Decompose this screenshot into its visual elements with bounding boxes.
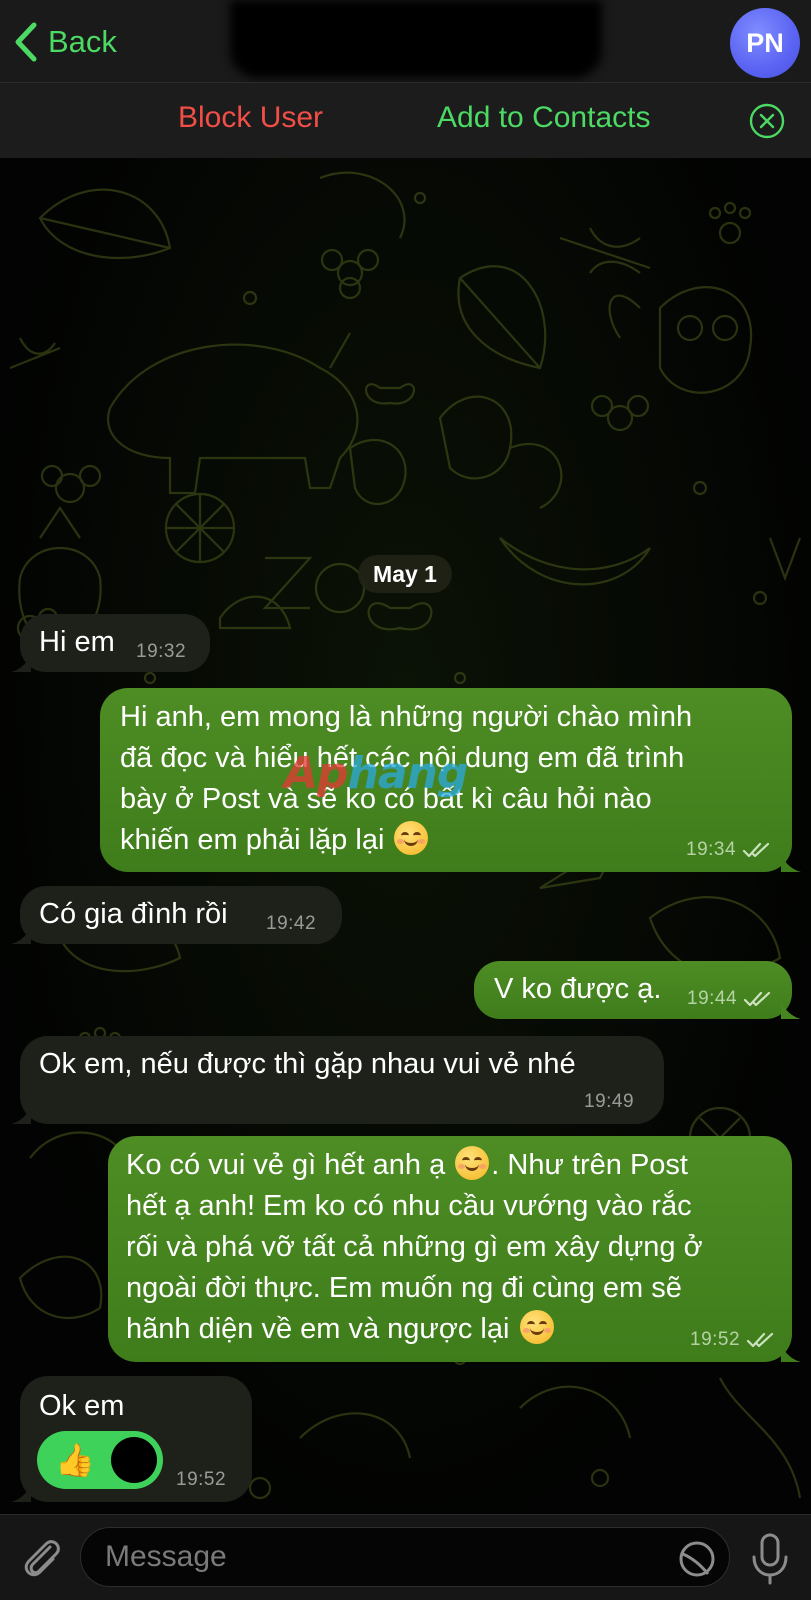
block-user-button[interactable]: Block User xyxy=(178,101,323,135)
message-line-text: hãnh diện về em và ngược lại xyxy=(126,1313,510,1345)
microphone-icon[interactable] xyxy=(750,1533,790,1585)
message-time: 19:52 xyxy=(176,1470,226,1490)
message-incoming[interactable]: Hi em 19:32 xyxy=(11,614,210,672)
contact-avatar[interactable]: PN xyxy=(730,8,800,78)
message-line: hết ạ anh! Em ko có nhu cầu vướng vào rắ… xyxy=(126,1190,692,1222)
contact-action-bar: Block User Add to Contacts xyxy=(0,82,811,158)
date-label: May 1 xyxy=(373,560,437,587)
message-line: đã đọc và hiểu hết các nội dung em đã tr… xyxy=(120,742,685,774)
thumbs-up-icon: 👍 xyxy=(55,1442,95,1478)
message-incoming[interactable]: Có gia đình rồi 19:42 xyxy=(11,886,342,944)
message-time: 19:32 xyxy=(136,642,186,662)
message-line: khiến em phải lặp lại xyxy=(120,820,692,861)
bubble-tail xyxy=(11,1484,31,1502)
message-line: hãnh diện về em và ngược lại xyxy=(126,1309,703,1350)
bubble-tail xyxy=(11,654,31,672)
message-input[interactable] xyxy=(80,1527,730,1587)
bubble-tail xyxy=(781,1001,801,1019)
message-outgoing[interactable]: V ko được ạ. 19:44 xyxy=(474,961,801,1019)
message-outgoing[interactable]: Ko có vui vẻ gì hết anh ạ . Như trên Pos… xyxy=(108,1136,801,1362)
message-time: 19:49 xyxy=(584,1092,634,1112)
close-icon[interactable] xyxy=(749,103,785,139)
reaction-chip[interactable]: 👍 xyxy=(37,1431,163,1489)
message-text: Hi em xyxy=(39,626,115,658)
message-incoming[interactable]: Ok em 👍 19:52 xyxy=(11,1376,252,1502)
message-line-text: . Như trên Post xyxy=(491,1149,688,1181)
paperclip-icon[interactable] xyxy=(20,1533,64,1581)
message-composer xyxy=(0,1514,811,1600)
chevron-left-icon xyxy=(15,22,37,62)
time-label: 19:52 xyxy=(690,1329,741,1350)
double-check-icon xyxy=(743,991,771,1007)
message-time: 19:44 xyxy=(687,989,771,1009)
message-text: Có gia đình rồi xyxy=(39,898,228,930)
time-label: 19:49 xyxy=(584,1091,635,1112)
message-line: bày ở Post và sẽ ko có bất kì câu hỏi nà… xyxy=(120,783,652,815)
double-check-icon xyxy=(742,842,770,858)
bubble-tail xyxy=(11,926,31,944)
smiling-face-icon xyxy=(519,1310,554,1344)
time-label: 19:34 xyxy=(686,839,737,860)
message-line: ngoài đời thực. Em muốn ng đi cùng em sẽ xyxy=(126,1272,682,1304)
bubble-tail xyxy=(11,1106,31,1124)
message-text: V ko được ạ. xyxy=(494,973,662,1005)
back-label: Back xyxy=(48,24,117,59)
redacted-contact-name xyxy=(230,0,602,78)
date-separator: May 1 xyxy=(358,555,452,593)
time-label: 19:42 xyxy=(266,913,317,934)
bubble-tail xyxy=(781,1344,801,1362)
time-label: 19:44 xyxy=(687,988,738,1009)
message-line-text: khiến em phải lặp lại xyxy=(120,824,385,856)
message-line-text: Ko có vui vẻ gì hết anh ạ xyxy=(126,1149,446,1181)
smiling-face-icon xyxy=(455,1146,490,1180)
message-text: Ok em, nếu được thì gặp nhau vui vẻ nhé xyxy=(39,1048,576,1080)
message-incoming[interactable]: Ok em, nếu được thì gặp nhau vui vẻ nhé … xyxy=(11,1036,664,1124)
back-button[interactable]: Back xyxy=(14,20,117,64)
bubble-tail xyxy=(781,854,801,872)
sticker-icon[interactable] xyxy=(678,1540,716,1578)
message-line: Hi anh, em mong là những người chào mình xyxy=(120,701,693,733)
chat-header: Back PN xyxy=(0,0,811,82)
message-time: 19:34 xyxy=(686,840,770,860)
time-label: 19:32 xyxy=(136,641,187,662)
message-time: 19:52 xyxy=(690,1330,774,1350)
chat-screen: Back PN Block User Add to Contacts May 1… xyxy=(0,0,811,1600)
message-line: rối và phá vỡ tất cả những gì em xây dựn… xyxy=(126,1231,703,1263)
message-text: Ok em xyxy=(39,1390,125,1422)
add-to-contacts-button[interactable]: Add to Contacts xyxy=(437,101,650,135)
message-time: 19:42 xyxy=(266,914,316,934)
double-check-icon xyxy=(746,1332,774,1348)
smiling-face-icon xyxy=(394,821,429,855)
message-line: Ko có vui vẻ gì hết anh ạ . Như trên Pos… xyxy=(126,1145,703,1186)
message-outgoing[interactable]: Hi anh, em mong là những người chào mình… xyxy=(100,688,801,872)
reactor-avatar xyxy=(111,1437,157,1483)
avatar-initials: PN xyxy=(746,27,784,58)
time-label: 19:52 xyxy=(176,1469,227,1490)
